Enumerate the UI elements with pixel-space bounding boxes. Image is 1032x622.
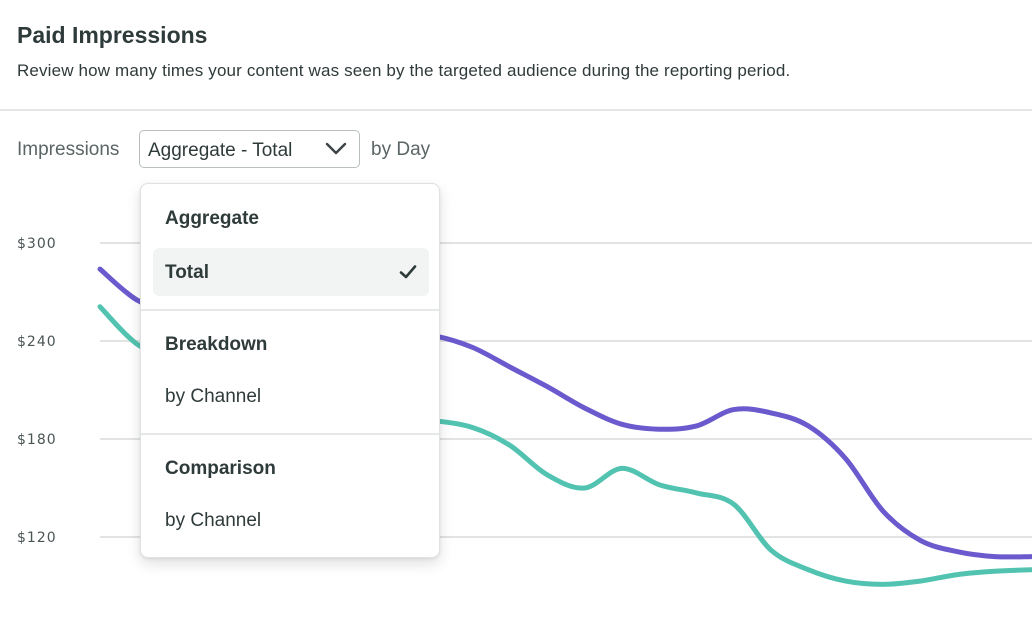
- metric-label: Impressions: [17, 139, 120, 160]
- y-tick-label: $120: [17, 530, 57, 546]
- option-breakdown-by-channel[interactable]: by Channel: [153, 372, 429, 420]
- option-label: by Channel: [165, 510, 262, 531]
- y-tick-label: $180: [17, 432, 57, 448]
- page-subtitle: Review how many times your content was s…: [17, 61, 791, 80]
- aggregation-dropdown-menu: Aggregate Total Breakdown by Channel Com…: [140, 183, 440, 558]
- aggregation-select-value: Aggregate - Total: [148, 140, 293, 161]
- option-aggregate-total[interactable]: Total: [153, 248, 429, 296]
- y-tick-label: $300: [17, 236, 57, 252]
- chart-controls: Impressions Aggregate - Total by Day: [17, 130, 917, 170]
- y-axis-ticks: $300 $240 $180 $120: [17, 236, 57, 546]
- chevron-down-icon: [325, 142, 347, 155]
- check-icon: [399, 265, 417, 279]
- option-label: Total: [165, 262, 209, 283]
- group-title-aggregate: Aggregate: [165, 208, 259, 229]
- option-label: by Channel: [165, 386, 262, 407]
- y-tick-label: $240: [17, 334, 57, 350]
- menu-separator: [141, 433, 439, 435]
- header-divider: [0, 109, 1032, 111]
- page-title: Paid Impressions: [17, 22, 208, 48]
- option-comparison-by-channel[interactable]: by Channel: [153, 496, 429, 544]
- granularity-label: by Day: [371, 139, 431, 160]
- group-title-comparison: Comparison: [165, 458, 276, 479]
- menu-separator: [141, 309, 439, 311]
- aggregation-select[interactable]: Aggregate - Total: [139, 130, 360, 168]
- group-title-breakdown: Breakdown: [165, 334, 268, 355]
